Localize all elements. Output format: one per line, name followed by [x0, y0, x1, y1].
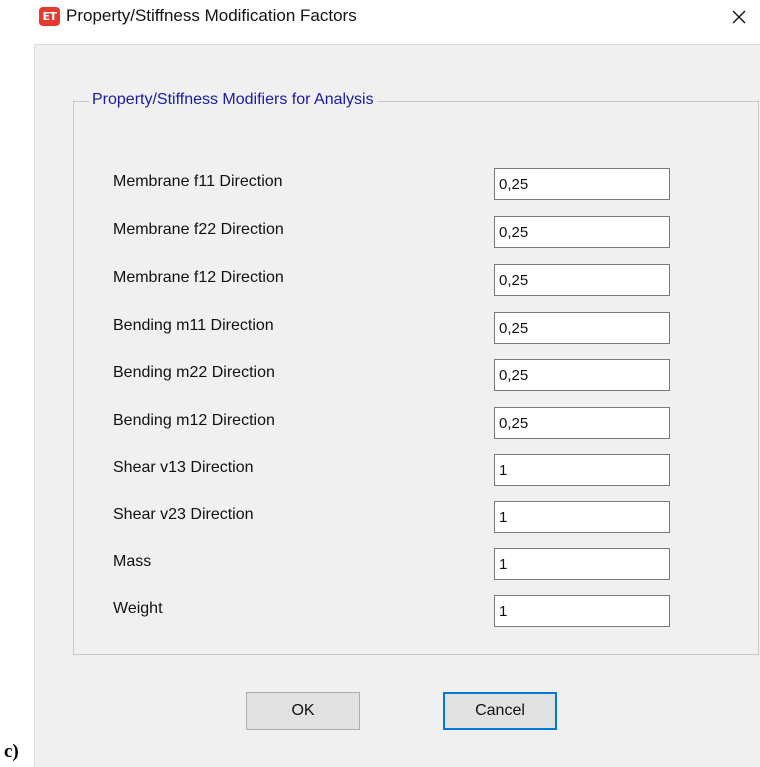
ok-button[interactable]: OK: [246, 692, 360, 730]
label-bending-m22: Bending m22 Direction: [113, 364, 275, 381]
row-bending-m22: Bending m22 Direction: [74, 359, 758, 391]
input-membrane-f11[interactable]: [494, 168, 670, 200]
label-membrane-f11: Membrane f11 Direction: [113, 173, 283, 190]
input-membrane-f12[interactable]: [494, 264, 670, 296]
row-shear-v23: Shear v23 Direction: [74, 501, 758, 533]
row-membrane-f22: Membrane f22 Direction: [74, 216, 758, 248]
title-bar[interactable]: ET Property/Stiffness Modification Facto…: [0, 0, 760, 36]
row-shear-v13: Shear v13 Direction: [74, 454, 758, 486]
figure-caption: c): [4, 741, 19, 762]
input-shear-v23[interactable]: [494, 501, 670, 533]
label-bending-m12: Bending m12 Direction: [113, 412, 275, 429]
label-membrane-f22: Membrane f22 Direction: [113, 221, 284, 238]
input-bending-m22[interactable]: [494, 359, 670, 391]
modifiers-groupbox: Property/Stiffness Modifiers for Analysi…: [73, 91, 759, 655]
row-bending-m12: Bending m12 Direction: [74, 407, 758, 439]
row-membrane-f11: Membrane f11 Direction: [74, 168, 758, 200]
input-bending-m12[interactable]: [494, 407, 670, 439]
label-shear-v13: Shear v13 Direction: [113, 459, 254, 476]
input-membrane-f22[interactable]: [494, 216, 670, 248]
label-shear-v23: Shear v23 Direction: [113, 506, 254, 523]
label-membrane-f12: Membrane f12 Direction: [113, 269, 284, 286]
row-bending-m11: Bending m11 Direction: [74, 312, 758, 344]
label-mass: Mass: [113, 553, 152, 570]
page: ET Property/Stiffness Modification Facto…: [0, 0, 760, 767]
label-weight: Weight: [113, 600, 163, 617]
input-bending-m11[interactable]: [494, 312, 670, 344]
etabs-app-icon: ET: [39, 7, 60, 26]
input-mass[interactable]: [494, 548, 670, 580]
close-button[interactable]: [714, 0, 760, 34]
row-weight: Weight: [74, 595, 758, 627]
label-bending-m11: Bending m11 Direction: [113, 317, 274, 334]
dialog-body: Property/Stiffness Modifiers for Analysi…: [34, 44, 760, 767]
row-membrane-f12: Membrane f12 Direction: [74, 264, 758, 296]
row-mass: Mass: [74, 548, 758, 580]
window-title: Property/Stiffness Modification Factors: [66, 6, 357, 25]
close-icon: [732, 10, 746, 24]
input-shear-v13[interactable]: [494, 454, 670, 486]
cancel-button[interactable]: Cancel: [443, 692, 557, 730]
groupbox-legend: Property/Stiffness Modifiers for Analysi…: [89, 91, 377, 109]
input-weight[interactable]: [494, 595, 670, 627]
